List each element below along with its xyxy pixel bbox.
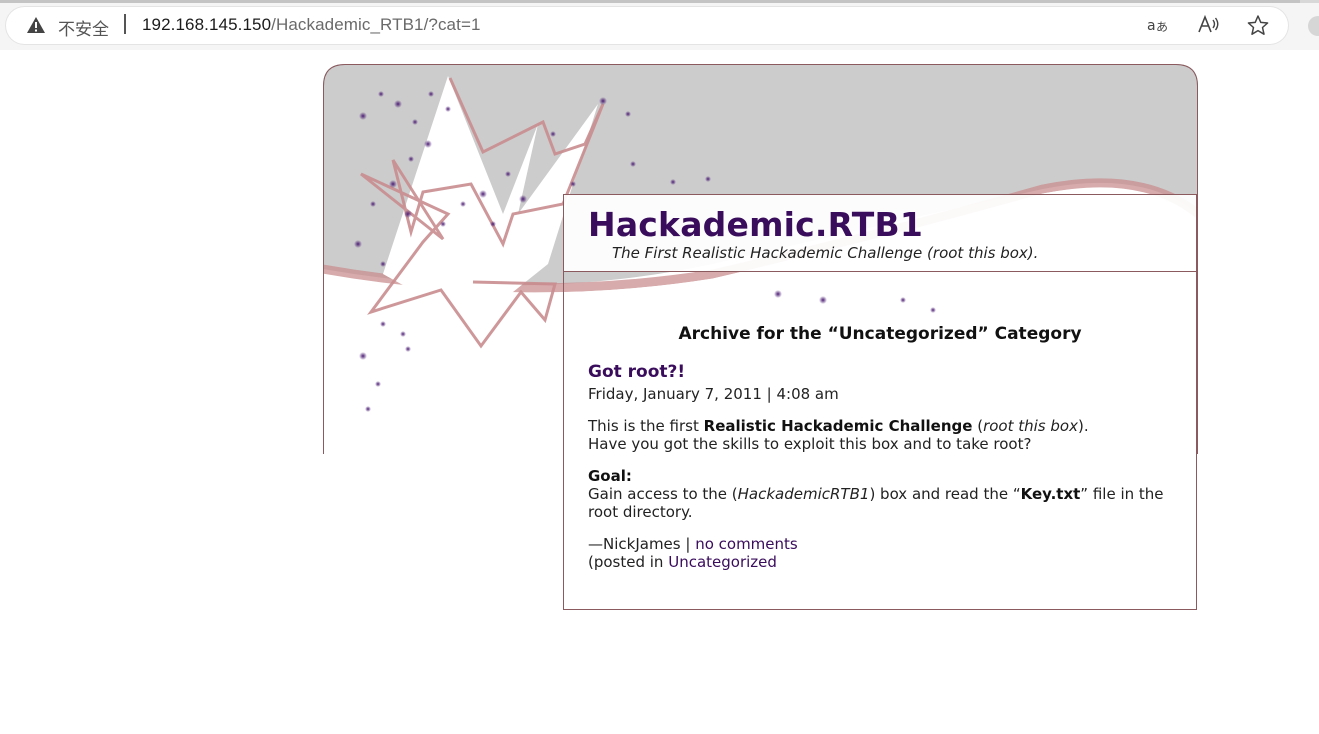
- goal-bold: Key.txt: [1020, 485, 1081, 503]
- archive-heading: Archive for the “Uncategorized” Category: [678, 324, 1082, 344]
- profile-button-edge[interactable]: [1308, 16, 1319, 36]
- url-text[interactable]: 192.168.145.150/Hackademic_RTB1/?cat=1: [142, 15, 481, 35]
- post-goal: Goal: Gain access to the (HackademicRTB1)…: [588, 467, 1178, 521]
- url-host: 192.168.145.150: [142, 15, 272, 34]
- category-link[interactable]: Uncategorized: [668, 553, 777, 571]
- goal-text-c: ) box and read the “: [869, 485, 1021, 503]
- intro-line2: Have you got the skills to exploit this …: [588, 435, 1032, 453]
- post-meta: —NickJames | no comments (posted in Uncat…: [588, 535, 1178, 571]
- site-description: The First Realistic Hackademic Challenge…: [612, 244, 1039, 262]
- read-aloud-translate-icon[interactable]: a あ: [1146, 14, 1170, 36]
- post-intro: This is the first Realistic Hackademic C…: [588, 417, 1178, 453]
- site-header: Hackademic.RTB1 The First Realistic Hack…: [564, 195, 1196, 272]
- goal-label: Goal:: [588, 467, 632, 485]
- posted-in-label: (posted in: [588, 553, 669, 571]
- intro-end: ).: [1077, 417, 1089, 435]
- intro-italic: root this box: [983, 417, 1078, 435]
- security-status-label[interactable]: 不安全: [58, 15, 109, 40]
- svg-text:あ: あ: [1156, 20, 1168, 34]
- post-title-link[interactable]: Got root?!: [588, 361, 1178, 383]
- tab-strip-edge: [0, 0, 1319, 3]
- intro-paren: (: [972, 417, 984, 435]
- goal-italic: HackademicRTB1: [737, 485, 870, 503]
- read-aloud-icon[interactable]: [1197, 14, 1221, 36]
- intro-text: This is the first: [588, 417, 704, 435]
- url-path: /Hackademic_RTB1/?cat=1: [271, 15, 481, 34]
- comments-link[interactable]: no comments: [695, 535, 798, 553]
- svg-text:a: a: [1147, 18, 1156, 34]
- post-date: Friday, January 7, 2011 | 4:08 am: [588, 385, 839, 403]
- post-author: —NickJames |: [588, 535, 696, 553]
- content-box: Hackademic.RTB1 The First Realistic Hack…: [563, 194, 1197, 610]
- warning-icon[interactable]: [26, 16, 46, 34]
- site-title[interactable]: Hackademic.RTB1: [588, 205, 923, 244]
- post: Got root?! Friday, January 7, 2011 | 4:0…: [588, 361, 1178, 585]
- address-divider: [124, 14, 126, 34]
- goal-text-a: Gain access to the (: [588, 485, 738, 503]
- intro-bold: Realistic Hackademic Challenge: [703, 417, 973, 435]
- favorite-star-icon[interactable]: [1246, 14, 1270, 36]
- address-bar[interactable]: 不安全 192.168.145.150/Hackademic_RTB1/?cat…: [6, 7, 1288, 44]
